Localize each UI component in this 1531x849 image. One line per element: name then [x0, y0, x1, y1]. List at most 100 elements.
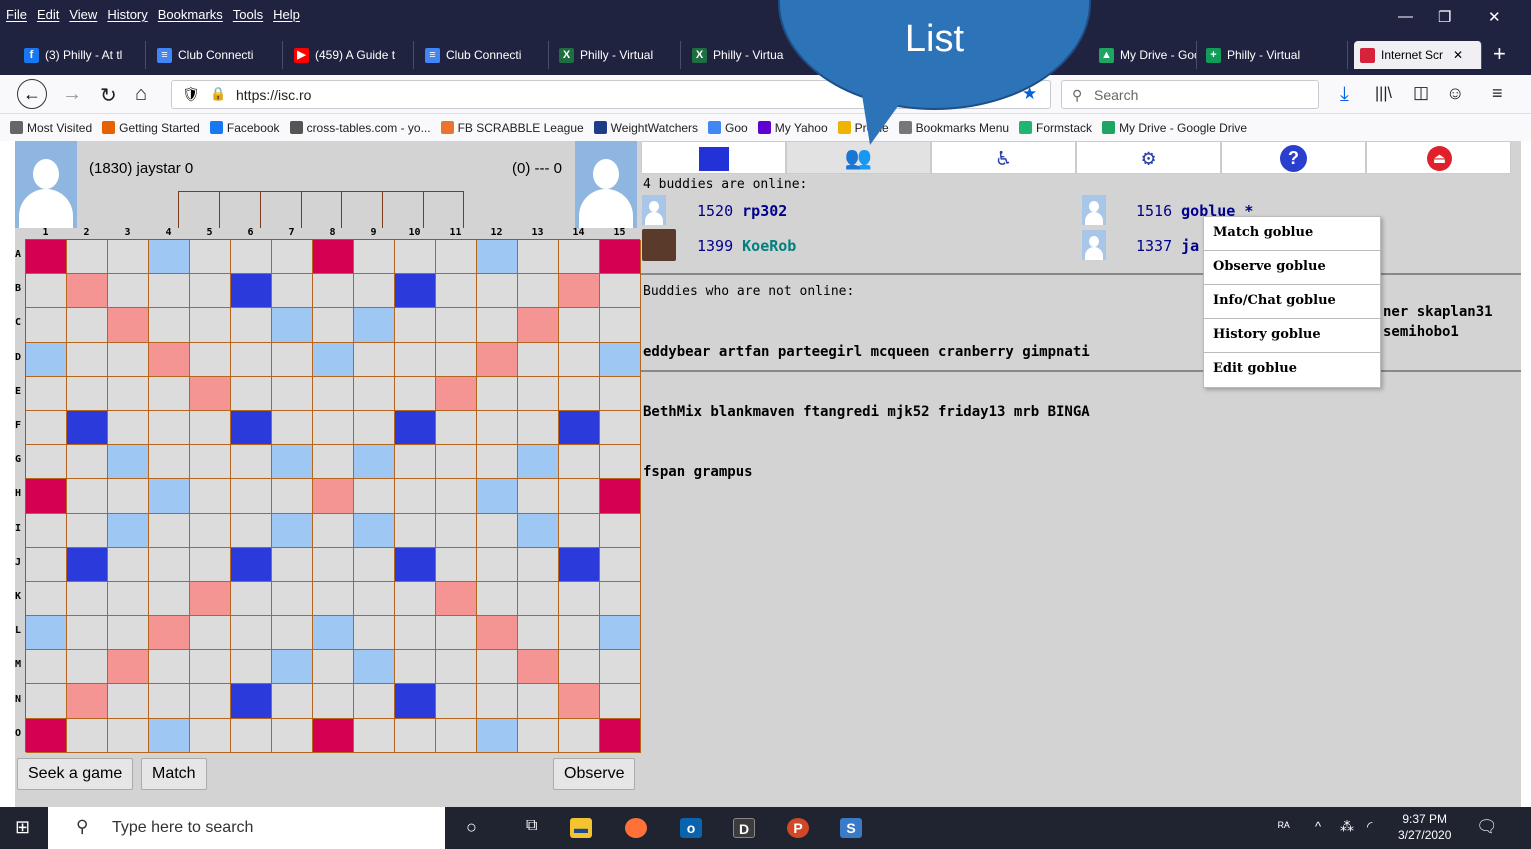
- buddy-rp302[interactable]: 1520 rp302: [697, 202, 787, 220]
- board-square[interactable]: [600, 410, 641, 446]
- board-square[interactable]: [436, 410, 477, 446]
- board-square[interactable]: [559, 718, 600, 753]
- menu-bookmarks[interactable]: Bookmarks: [158, 7, 223, 22]
- board-square[interactable]: [149, 479, 190, 514]
- board-square[interactable]: [108, 274, 149, 309]
- board-square[interactable]: [313, 513, 354, 548]
- board-square[interactable]: [190, 581, 231, 617]
- board-square[interactable]: [67, 445, 108, 480]
- board-square[interactable]: [477, 581, 518, 617]
- board-square[interactable]: [26, 445, 67, 480]
- board-square[interactable]: [313, 342, 354, 377]
- board-square[interactable]: [67, 581, 108, 617]
- board-square[interactable]: [477, 274, 518, 309]
- browser-tab[interactable]: X Philly - Virtual: [553, 41, 681, 69]
- bookmark-item[interactable]: Bookmarks Menu: [898, 121, 1009, 135]
- board-square[interactable]: [477, 479, 518, 514]
- board-square[interactable]: [436, 547, 477, 582]
- board-square[interactable]: [313, 274, 354, 309]
- seek-game-button[interactable]: Seek a game: [17, 758, 134, 790]
- board-square[interactable]: [354, 308, 395, 343]
- board-square[interactable]: [559, 308, 600, 343]
- app-d-icon[interactable]: D: [733, 818, 755, 838]
- taskbar-search-input[interactable]: ⚲ Type here to search: [48, 807, 445, 849]
- board-square[interactable]: [272, 376, 313, 411]
- browser-tab[interactable]: + Philly - Virtual: [1200, 41, 1348, 69]
- board-square[interactable]: [149, 308, 190, 343]
- browser-tab[interactable]: ▶ (459) A Guide t: [288, 41, 414, 69]
- browser-tab[interactable]: f (3) Philly - At tl: [18, 41, 146, 69]
- board-square[interactable]: [313, 616, 354, 651]
- board-square[interactable]: [272, 342, 313, 377]
- match-button[interactable]: Match: [141, 758, 207, 790]
- board-square[interactable]: [67, 718, 108, 753]
- minimize-icon[interactable]: —: [1398, 8, 1413, 25]
- board-square[interactable]: [108, 308, 149, 343]
- board-square[interactable]: [559, 240, 600, 275]
- board-square[interactable]: [313, 308, 354, 343]
- board-square[interactable]: [600, 342, 641, 377]
- board-square[interactable]: [108, 581, 149, 617]
- board-square[interactable]: [231, 684, 272, 719]
- url-text[interactable]: https://isc.ro: [236, 87, 311, 103]
- menu-edit[interactable]: Edit: [37, 7, 59, 22]
- board-square[interactable]: [395, 240, 436, 275]
- menu-history[interactable]: History: [107, 7, 147, 22]
- board-square[interactable]: [67, 684, 108, 719]
- board-square[interactable]: [26, 308, 67, 343]
- offline-line[interactable]: BethMix blankmaven ftangredi mjk52 frida…: [643, 402, 1521, 422]
- board-square[interactable]: [477, 342, 518, 377]
- board-square[interactable]: [231, 410, 272, 446]
- board-square[interactable]: [149, 718, 190, 753]
- forward-icon[interactable]: →: [62, 83, 82, 106]
- board-square[interactable]: [600, 547, 641, 582]
- board-square[interactable]: [354, 376, 395, 411]
- board-square[interactable]: [436, 616, 477, 651]
- board-square[interactable]: [477, 684, 518, 719]
- board-square[interactable]: [108, 650, 149, 685]
- board-square[interactable]: [67, 240, 108, 275]
- board-square[interactable]: [272, 581, 313, 617]
- board-square[interactable]: [600, 581, 641, 617]
- board-square[interactable]: [149, 650, 190, 685]
- board-square[interactable]: [272, 308, 313, 343]
- chevron-up-icon[interactable]: ^: [1315, 819, 1321, 834]
- board-square[interactable]: [272, 445, 313, 480]
- board-square[interactable]: [26, 274, 67, 309]
- board-square[interactable]: [149, 581, 190, 617]
- board-square[interactable]: [354, 718, 395, 753]
- tab-settings[interactable]: ⚙: [1076, 141, 1221, 174]
- board-square[interactable]: [313, 445, 354, 480]
- board-square[interactable]: [518, 376, 559, 411]
- board-square[interactable]: [354, 274, 395, 309]
- board-square[interactable]: [436, 445, 477, 480]
- browser-tab[interactable]: Internet Scr ✕: [1354, 41, 1482, 69]
- board-square[interactable]: [600, 650, 641, 685]
- board-square[interactable]: [108, 240, 149, 275]
- board-square[interactable]: [272, 274, 313, 309]
- board-square[interactable]: [477, 308, 518, 343]
- board-square[interactable]: [26, 479, 67, 514]
- board-square[interactable]: [395, 376, 436, 411]
- tab-seats[interactable]: ♿: [931, 141, 1076, 174]
- board-square[interactable]: [559, 616, 600, 651]
- board-square[interactable]: [354, 581, 395, 617]
- board-square[interactable]: [518, 308, 559, 343]
- menu-match-goblue[interactable]: Match goblue: [1204, 217, 1380, 251]
- board-square[interactable]: [600, 684, 641, 719]
- board-square[interactable]: [436, 240, 477, 275]
- cortana-icon[interactable]: ○: [466, 817, 477, 838]
- board-square[interactable]: [600, 513, 641, 548]
- home-icon[interactable]: ⌂: [135, 83, 147, 106]
- board-square[interactable]: [67, 616, 108, 651]
- board-square[interactable]: [108, 684, 149, 719]
- menu-tools[interactable]: Tools: [233, 7, 263, 22]
- board-square[interactable]: [272, 547, 313, 582]
- board-square[interactable]: [190, 616, 231, 651]
- board-square[interactable]: [231, 479, 272, 514]
- search-input[interactable]: ⚲ Search: [1061, 80, 1319, 109]
- board-square[interactable]: [395, 684, 436, 719]
- board-square[interactable]: [354, 479, 395, 514]
- new-tab-icon[interactable]: +: [1493, 41, 1506, 67]
- board-square[interactable]: [354, 684, 395, 719]
